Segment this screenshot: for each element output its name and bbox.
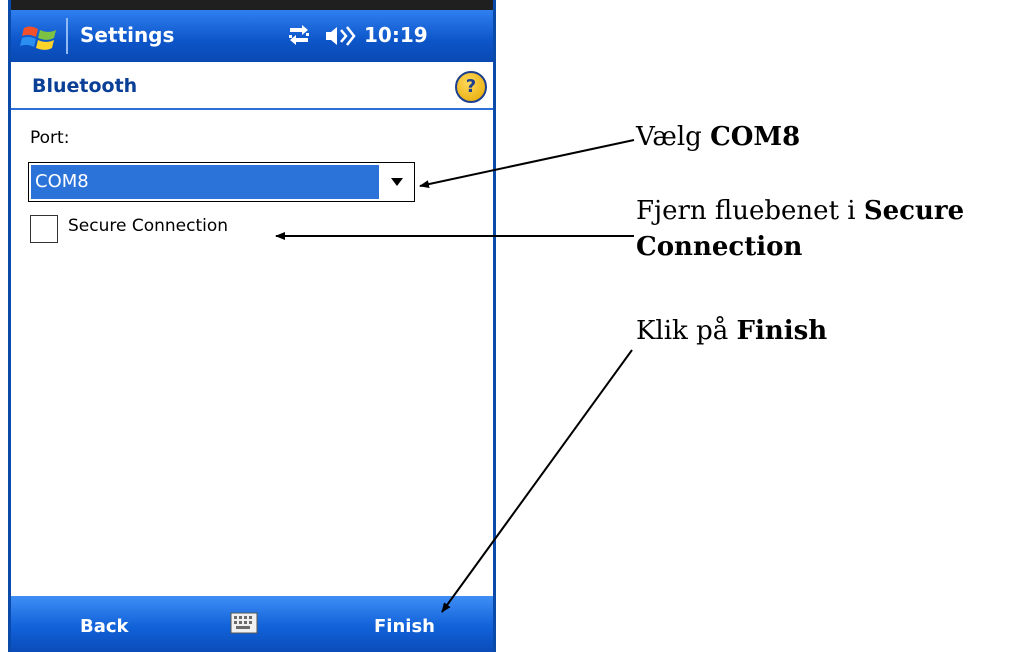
title-bar: Settings 10:19 — [8, 10, 496, 62]
page-title: Bluetooth — [32, 75, 138, 97]
title-separator — [66, 18, 68, 54]
secure-connection-label[interactable]: Secure Connection — [68, 216, 228, 236]
annotation-secure-connection-line2: Connection — [636, 232, 802, 262]
annotation-text: Vælg — [636, 122, 711, 152]
app-title: Settings — [80, 23, 175, 47]
annotation-secure-connection: Fjern fluebenet i Secure — [636, 196, 964, 226]
secure-connection-checkbox[interactable] — [30, 215, 58, 243]
annotation-bold-text: COM8 — [710, 122, 801, 152]
device-frame-left — [8, 0, 11, 652]
back-button[interactable]: Back — [80, 616, 129, 637]
annotation-bold-text: Connection — [636, 232, 803, 262]
annotation-bold-text: Finish — [736, 316, 828, 346]
chevron-down-icon[interactable] — [382, 165, 412, 199]
annotation-bold-text: Secure — [863, 196, 965, 226]
menu-bar: Back Finish — [8, 596, 496, 652]
port-dropdown-value[interactable]: COM8 — [31, 165, 379, 199]
volume-icon[interactable] — [324, 23, 356, 49]
device-frame-right — [493, 0, 496, 652]
finish-button[interactable]: Finish — [374, 616, 435, 637]
keyboard-icon[interactable] — [230, 612, 258, 634]
clock-time[interactable]: 10:19 — [364, 23, 428, 47]
port-label: Port: — [30, 128, 70, 148]
device-screen: Settings 10:19 Bluetooth ? Port: COM8 Se… — [8, 0, 496, 652]
page-header: Bluetooth ? — [8, 62, 496, 110]
connectivity-icon[interactable] — [286, 24, 312, 48]
annotation-click-finish: Klik på Finish — [636, 316, 827, 346]
annotation-text: Fjern fluebenet i — [636, 196, 864, 226]
annotation-select-com8: Vælg COM8 — [636, 122, 800, 152]
top-strip — [8, 0, 496, 10]
annotation-text: Klik på — [636, 316, 737, 346]
port-dropdown[interactable]: COM8 — [28, 162, 415, 202]
help-icon[interactable]: ? — [455, 71, 487, 103]
windows-start-icon[interactable] — [20, 22, 60, 52]
